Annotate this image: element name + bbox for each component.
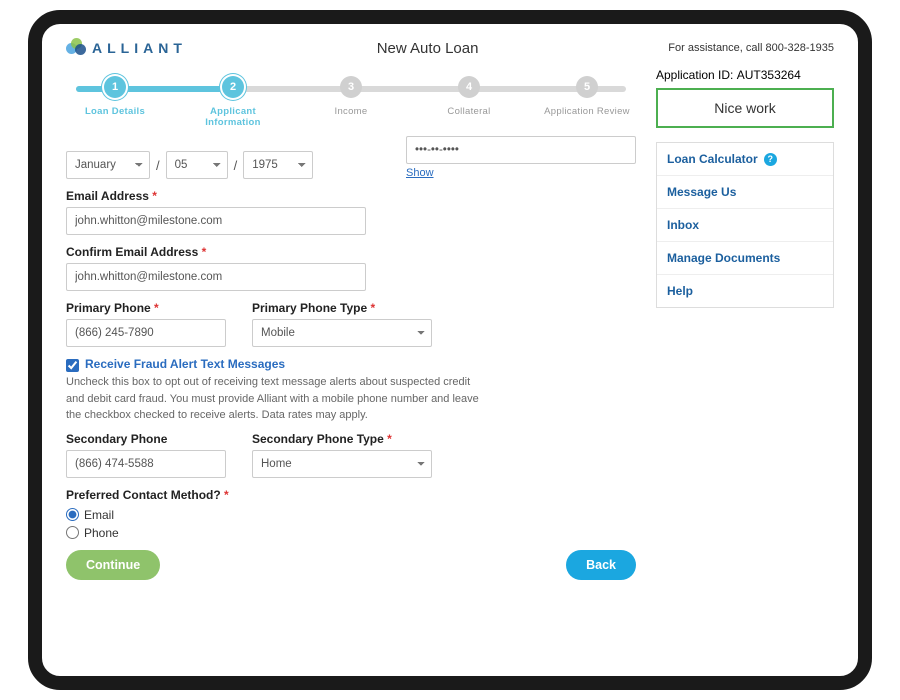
dob-sep-1: / [156, 158, 160, 173]
dob-year-select[interactable]: 1975 [243, 151, 313, 179]
confirm-email-input[interactable] [66, 263, 366, 291]
status-banner: Nice work [656, 88, 834, 128]
secondary-phone-type-select[interactable]: Home [252, 450, 432, 478]
brand-logo: ALLIANT [66, 38, 187, 58]
ssn-field: Show [406, 136, 636, 179]
sidebar-link-label: Loan Calculator [667, 152, 758, 166]
logo-icon [66, 38, 86, 58]
application-id: Application ID: AUT353264 [656, 68, 834, 82]
app-screen: ALLIANT New Auto Loan For assistance, ca… [42, 24, 858, 676]
fraud-alert-label: Receive Fraud Alert Text Messages [85, 357, 285, 371]
help-icon: ? [764, 153, 777, 166]
sidebar-link-help[interactable]: Help [657, 275, 833, 307]
primary-phone-type-select[interactable]: Mobile [252, 319, 432, 347]
contact-radio-phone[interactable] [66, 526, 79, 539]
header: ALLIANT New Auto Loan For assistance, ca… [66, 38, 834, 58]
assistance-text: For assistance, call 800-328-1935 [668, 42, 834, 54]
dob-sep-2: / [234, 158, 238, 173]
sidebar-link-inbox[interactable]: Inbox [657, 209, 833, 242]
step-dot: 2 [222, 76, 244, 98]
fraud-alert-helper: Uncheck this box to opt out of receiving… [66, 374, 486, 424]
step-label: Loan Details [70, 106, 160, 117]
continue-button[interactable]: Continue [66, 550, 160, 580]
sidebar: Application ID: AUT353264 Nice work Loan… [656, 68, 834, 580]
step-label: Application Review [542, 106, 632, 117]
main-form-area: 1 Loan Details 2 Applicant Information 3 Inco… [66, 68, 636, 580]
step-label: Income [306, 106, 396, 117]
sidebar-link-label: Help [667, 284, 693, 298]
sidebar-link-manage-documents[interactable]: Manage Documents [657, 242, 833, 275]
dob-month-select[interactable]: January [66, 151, 150, 179]
contact-method-label: Preferred Contact Method? [66, 488, 636, 502]
step-dot: 5 [576, 76, 598, 98]
email-label: Email Address [66, 189, 366, 203]
sidebar-link-message-us[interactable]: Message Us [657, 176, 833, 209]
sidebar-link-label: Message Us [667, 185, 736, 199]
contact-method-email[interactable]: Email [66, 508, 636, 522]
step-label: Collateral [424, 106, 514, 117]
step-dot: 1 [104, 76, 126, 98]
sidebar-link-loan-calculator[interactable]: Loan Calculator? [657, 143, 833, 176]
sidebar-links: Loan Calculator? Message Us Inbox Manage Do… [656, 142, 834, 308]
sidebar-link-label: Inbox [667, 218, 699, 232]
secondary-phone-input[interactable] [66, 450, 226, 478]
ssn-input[interactable] [406, 136, 636, 164]
primary-phone-type-label: Primary Phone Type [252, 301, 432, 315]
sidebar-link-label: Manage Documents [667, 251, 780, 265]
fraud-alert-checkbox[interactable] [66, 359, 79, 372]
app-id-value: AUT353264 [737, 68, 801, 82]
contact-method-phone[interactable]: Phone [66, 526, 636, 540]
email-input[interactable] [66, 207, 366, 235]
page-title: New Auto Loan [377, 40, 479, 57]
ssn-show-link[interactable]: Show [406, 167, 636, 179]
assist-phone: 800-328-1935 [765, 42, 834, 54]
dob-field: January / 05 / 1975 [66, 151, 313, 179]
brand-name: ALLIANT [92, 40, 187, 56]
contact-radio-label: Email [84, 508, 114, 522]
contact-radio-label: Phone [84, 526, 119, 540]
step-application-review[interactable]: 5 Application Review [542, 76, 632, 128]
step-dot: 3 [340, 76, 362, 98]
step-income[interactable]: 3 Income [306, 76, 396, 128]
confirm-email-label: Confirm Email Address [66, 245, 366, 259]
dob-day-select[interactable]: 05 [166, 151, 228, 179]
step-dot: 4 [458, 76, 480, 98]
step-loan-details[interactable]: 1 Loan Details [70, 76, 160, 128]
back-button[interactable]: Back [566, 550, 636, 580]
contact-radio-email[interactable] [66, 508, 79, 521]
tablet-frame: ALLIANT New Auto Loan For assistance, ca… [28, 10, 872, 690]
step-applicant-information[interactable]: 2 Applicant Information [188, 76, 278, 128]
progress-stepper: 1Loan Details2Applicant Information3Inco… [66, 76, 636, 122]
secondary-phone-type-label: Secondary Phone Type [252, 432, 432, 446]
primary-phone-label: Primary Phone [66, 301, 226, 315]
step-label: Applicant Information [188, 106, 278, 128]
app-id-label: Application ID: [656, 68, 733, 82]
assist-prefix: For assistance, call [668, 42, 765, 54]
step-collateral[interactable]: 4 Collateral [424, 76, 514, 128]
primary-phone-input[interactable] [66, 319, 226, 347]
secondary-phone-label: Secondary Phone [66, 432, 226, 446]
